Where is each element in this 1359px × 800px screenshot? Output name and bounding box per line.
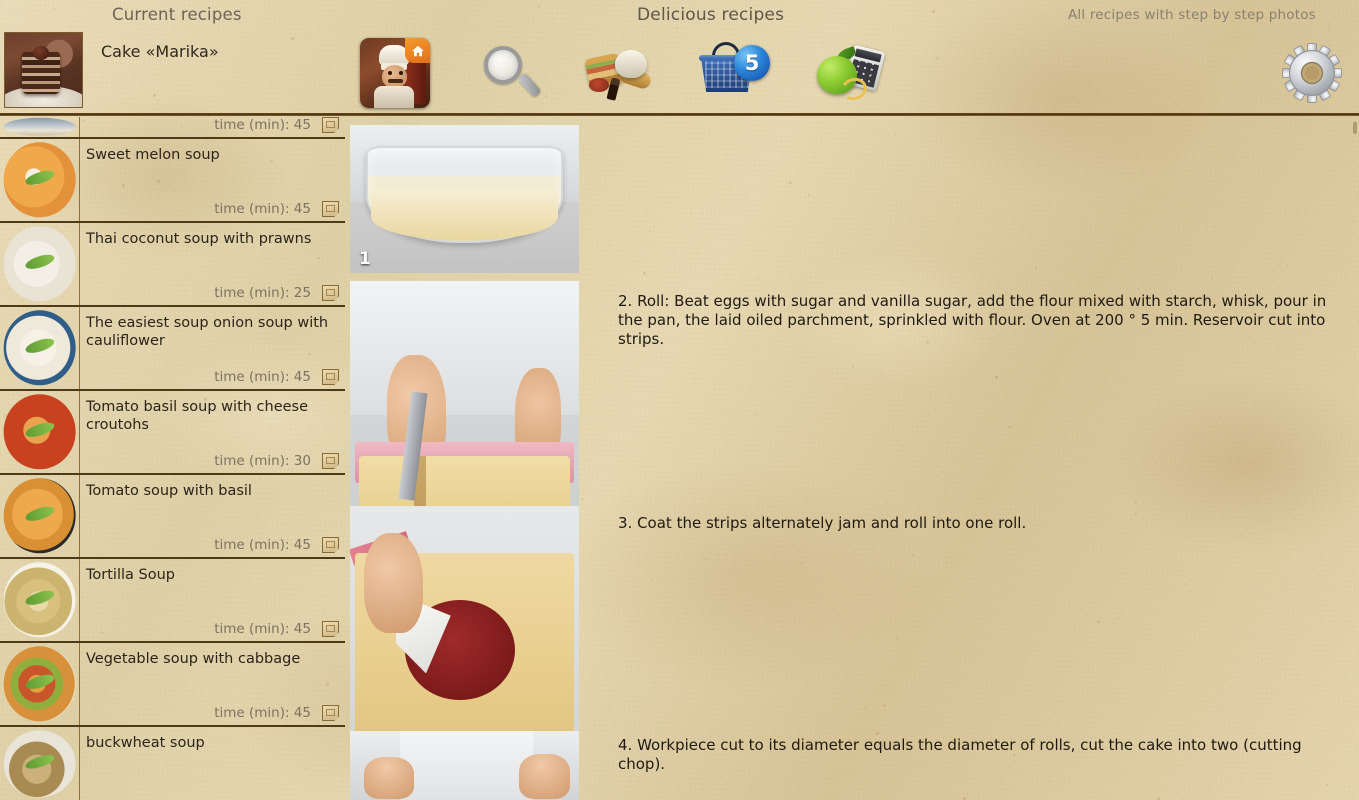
recipe-list-item[interactable]: Thai coconut soup with prawns time (min):… (0, 223, 345, 307)
home-chef-icon (360, 38, 430, 108)
thumbnail-image (0, 117, 79, 137)
recipe-thumbnail (0, 391, 80, 473)
step-photos-icon (322, 285, 339, 301)
recipe-list-item[interactable]: Tortilla Soup time (min): 45 (0, 559, 345, 643)
step-photo-1[interactable]: 1 (350, 125, 579, 273)
recipe-thumbnail (0, 727, 80, 800)
calorie-calculator-icon (813, 42, 887, 104)
recipe-list-item[interactable]: time (min): 45 (0, 117, 345, 139)
recipe-time: time (min): 45 (214, 705, 311, 721)
shopping-basket-icon: 5 (698, 42, 772, 104)
recipe-list-sidebar[interactable]: time (min): 45 Sweet melon soup time (min)… (0, 117, 345, 800)
thumbnail-image (0, 727, 79, 800)
chef-eye-left (388, 71, 392, 75)
step-number-1: 1 (359, 249, 371, 269)
magnifier-lens (484, 46, 522, 84)
search-button[interactable] (473, 36, 547, 110)
recipe-time: time (min): 25 (214, 285, 311, 301)
recipe-thumbnail (0, 117, 80, 137)
recipe-title: Sweet melon soup (86, 147, 220, 163)
bowl-shape (615, 50, 647, 78)
recipe-time: time (min): 45 (214, 369, 311, 385)
recipe-app-window: Current recipes Delicious recipes All re… (0, 0, 1359, 800)
thumbnail-image (0, 643, 79, 725)
app-title: Delicious recipes (637, 5, 785, 25)
settings-button[interactable] (1277, 38, 1347, 108)
chef-body (374, 86, 414, 108)
current-recipe-thumbnail[interactable] (4, 32, 83, 108)
recipe-title: Vegetable soup with cabbage (86, 651, 301, 667)
step-text-4: 4. Workpiece cut to its diameter equals … (618, 736, 1302, 773)
current-recipes-heading: Current recipes (112, 5, 242, 24)
photo1-batter (370, 190, 559, 241)
home-chef-button[interactable] (358, 36, 432, 110)
thumbnail-image (0, 307, 79, 389)
thumbnail-image (0, 139, 79, 221)
recipe-list-item[interactable]: Tomato soup with basil time (min): 45 (0, 475, 345, 559)
step-photos-icon (322, 201, 339, 217)
tagline: All recipes with step by step photos (1068, 7, 1316, 23)
photo4-apron (400, 731, 534, 800)
recipe-title: Tortilla Soup (86, 567, 175, 583)
search-icon (479, 42, 542, 104)
scroll-indicator[interactable] (1353, 122, 1357, 134)
recipe-thumbnail (0, 475, 80, 557)
thumbnail-image (0, 559, 79, 641)
photo4-hand-left (363, 757, 415, 799)
recipe-list-item[interactable]: Vegetable soup with cabbage time (min): 4… (0, 643, 345, 727)
recipe-thumbnail (0, 559, 80, 641)
thumbnail-image (0, 223, 79, 305)
step-photos-icon (322, 117, 339, 133)
recipe-time: time (min): 45 (214, 201, 311, 217)
vegetable-shape (589, 78, 609, 92)
photo4-hand-right (519, 754, 570, 799)
step-photos-icon (322, 537, 339, 553)
basket-count-badge: 5 (734, 45, 770, 81)
photo3-hand (363, 532, 424, 634)
recipe-title: Thai coconut soup with prawns (86, 231, 312, 247)
recipe-list-item[interactable]: Tomato basil soup with cheese croutohs ti… (0, 391, 345, 475)
recipe-thumbnail (0, 643, 80, 725)
step-photos-icon (322, 705, 339, 721)
gear-icon (1282, 43, 1342, 103)
recipe-time: time (min): 45 (214, 537, 311, 553)
chef-moustache (388, 79, 403, 83)
shopping-basket-button[interactable]: 5 (698, 36, 772, 110)
step-photo-4[interactable] (350, 731, 579, 800)
thumbnail-image (0, 475, 79, 557)
step-text-2: 2. Roll: Beat eggs with sugar and vanill… (618, 292, 1327, 348)
thumbnail-dish (3, 117, 76, 137)
recipe-thumbnail (0, 139, 80, 221)
recipe-title: buckwheat soup (86, 735, 205, 751)
step-text-3: 3. Coat the strips alternately jam and r… (618, 514, 1027, 532)
dishes-icon (584, 42, 655, 104)
step-photos-icon (322, 453, 339, 469)
step-photos-icon (322, 621, 339, 637)
header-divider (0, 113, 1359, 116)
recipe-list-item[interactable]: Sweet melon soup time (min): 45 (0, 139, 345, 223)
instructions-panel: 2. Roll: Beat eggs with sugar and vanill… (600, 117, 1359, 800)
app-header: Current recipes Delicious recipes All re… (0, 0, 1359, 117)
step-photos-column: 1 2 3 (350, 117, 582, 800)
recipe-thumbnail (0, 223, 80, 305)
recipe-title: Tomato soup with basil (86, 483, 252, 499)
current-recipe-title[interactable]: Cake «Marika» (101, 42, 219, 61)
chef-eye-right (399, 71, 403, 75)
step-photos-icon (322, 369, 339, 385)
home-badge-icon (405, 38, 430, 63)
thumbnail-image (0, 391, 79, 473)
recipe-thumbnail (0, 307, 80, 389)
recipe-list-item[interactable]: buckwheat soup (0, 727, 345, 800)
recipe-time: time (min): 45 (214, 117, 311, 133)
calorie-calculator-button[interactable] (813, 36, 887, 110)
recipe-time: time (min): 30 (214, 453, 311, 469)
chef-face (382, 65, 407, 88)
recipe-title: The easiest soup onion soup with caulifl… (86, 315, 329, 349)
magnifier-handle (517, 72, 542, 98)
recipe-list-item[interactable]: The easiest soup onion soup with caulifl… (0, 307, 345, 391)
cake-cherry (32, 46, 49, 61)
recipe-time: time (min): 45 (214, 621, 311, 637)
recipe-title: Tomato basil soup with cheese croutohs (86, 399, 309, 433)
dishes-button[interactable] (583, 36, 657, 110)
